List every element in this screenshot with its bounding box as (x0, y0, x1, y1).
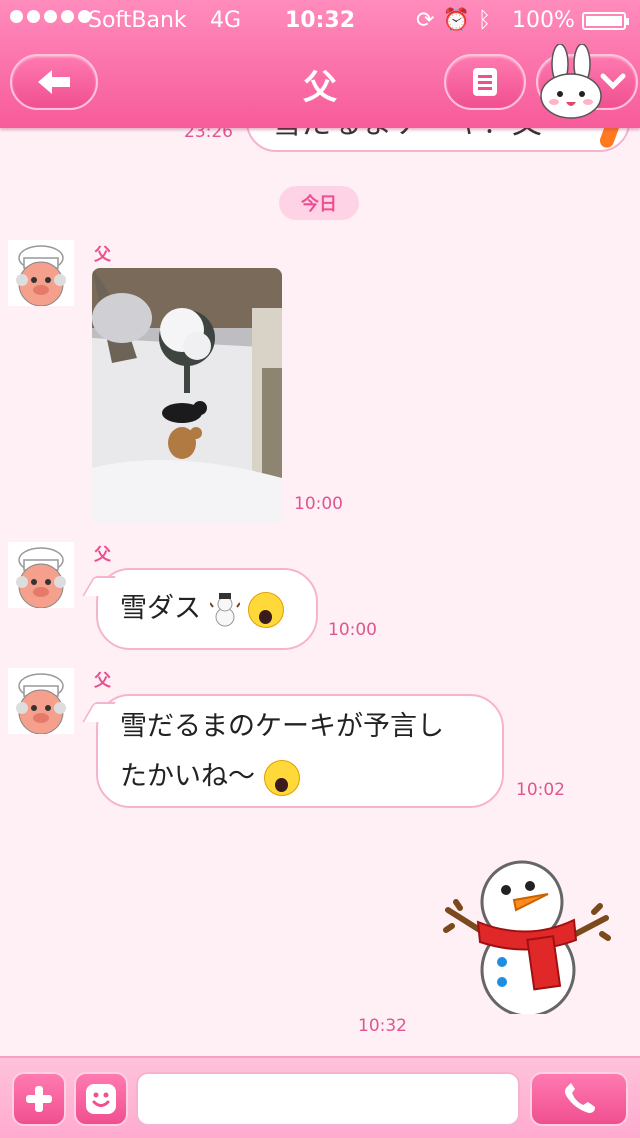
previous-message-bubble[interactable]: 雪だるまケーキ！父 (246, 128, 630, 152)
message-bubble[interactable]: 雪ダス (96, 568, 318, 650)
date-divider: 今日 (279, 186, 359, 220)
message-input[interactable] (136, 1072, 520, 1126)
snowman-sticker[interactable] (442, 858, 612, 1014)
scream-face-emoji (263, 759, 300, 796)
message-time: 10:32 (358, 1016, 407, 1036)
chef-avatar-icon (16, 673, 66, 734)
attach-button[interactable] (12, 1072, 66, 1126)
chef-avatar-icon (16, 547, 66, 608)
message-bubble[interactable]: 雪だるまのケーキが予言し たかいね〜 (96, 694, 504, 808)
message-time: 23:26 (184, 128, 233, 142)
sender-avatar[interactable] (8, 542, 74, 608)
snow-yard-photo (92, 268, 282, 524)
phone-icon (565, 1083, 595, 1113)
photo-message[interactable] (92, 268, 282, 524)
smiley-icon (86, 1084, 116, 1114)
message-time: 10:00 (328, 620, 377, 640)
alarm-icon: ⏰ (442, 8, 478, 33)
input-bar (0, 1056, 640, 1138)
orientation-lock-icon: ⟳ (416, 8, 443, 33)
message-time: 10:00 (294, 494, 343, 514)
top-bar: SoftBank 4G 10:32 ⟳⏰ᛒ 100% 父 (0, 0, 640, 128)
sender-name: 父 (94, 671, 111, 691)
sender-avatar[interactable] (8, 668, 74, 734)
call-button[interactable] (530, 1072, 628, 1126)
chef-avatar-icon (16, 245, 66, 306)
message-text-line: たかいね〜 (120, 761, 255, 792)
sender-name: 父 (94, 245, 111, 265)
battery-percent: 100% (512, 8, 575, 33)
scream-face-emoji (248, 591, 285, 628)
status-bar: SoftBank 4G 10:32 ⟳⏰ᛒ 100% (0, 0, 640, 40)
menu-icon (473, 68, 497, 96)
plus-icon (26, 1086, 52, 1112)
sender-avatar[interactable] (8, 240, 74, 306)
sender-name: 父 (94, 545, 111, 565)
message-text: 雪ダス (120, 593, 201, 624)
message-text: 雪だるまケーキ！父 (272, 128, 542, 142)
message-text-line: 雪だるまのケーキが予言し (120, 711, 444, 742)
chat-area[interactable]: 23:26 雪だるまケーキ！父 今日 父 (0, 128, 640, 1056)
sticker-button[interactable] (74, 1072, 128, 1126)
bunny-avatar-icon (540, 44, 602, 119)
message-time: 10:02 (516, 780, 565, 800)
menu-button[interactable] (444, 54, 526, 110)
bluetooth-icon: ᛒ (477, 8, 500, 33)
battery-icon (582, 12, 629, 30)
snowman-emoji (209, 592, 240, 626)
